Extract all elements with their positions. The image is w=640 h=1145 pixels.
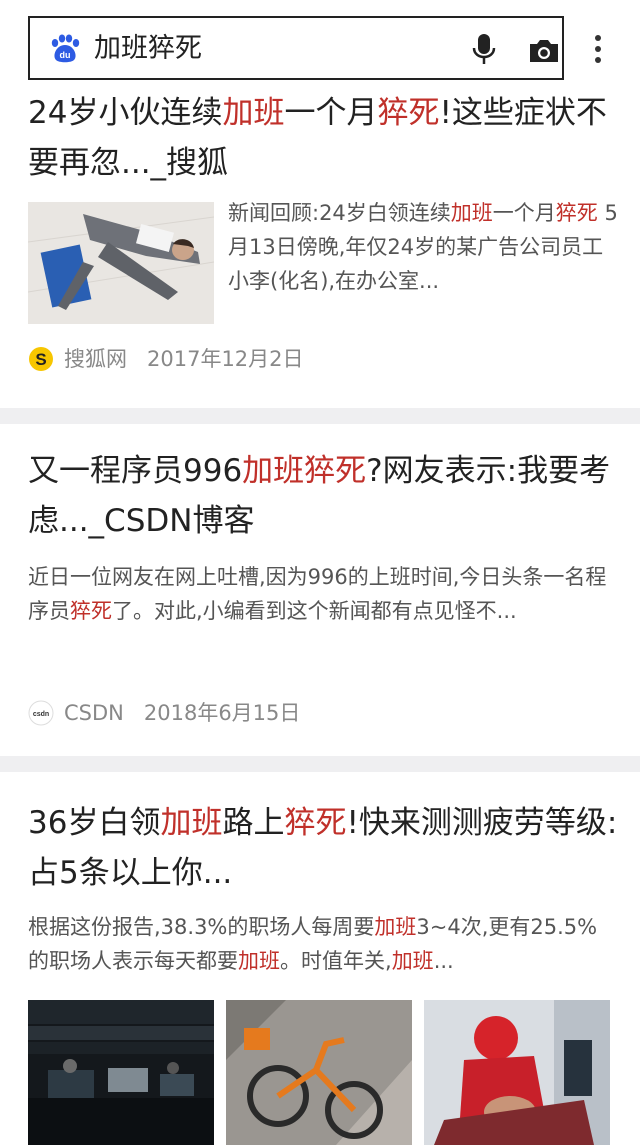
result-snippet: 新闻回顾:24岁白领连续加班一个月猝死 5月13日傍晚,年仅24岁的某广告公司员… bbox=[228, 201, 618, 293]
result-title[interactable]: 又一程序员996加班猝死?网友表示:我要考虑..._CSDN博客 bbox=[28, 446, 618, 546]
source-name: 搜狐网 bbox=[64, 347, 127, 371]
result-thumbnail[interactable] bbox=[226, 1000, 412, 1145]
baidu-paw-icon: du bbox=[51, 34, 80, 63]
source-date: 2017年12月2日 bbox=[147, 347, 304, 371]
svg-text:S: S bbox=[35, 350, 46, 369]
svg-text:du: du bbox=[60, 50, 71, 60]
result-thumbnail[interactable] bbox=[28, 1000, 214, 1145]
result-source: csdn CSDN 2018年6月15日 bbox=[28, 698, 300, 728]
source-name: CSDN bbox=[64, 701, 124, 725]
result-title[interactable]: 24岁小伙连续加班一个月猝死!这些症状不要再忽..._搜狐 bbox=[28, 88, 618, 188]
result-source: S 搜狐网 2017年12月2日 bbox=[28, 344, 304, 374]
csdn-icon: csdn bbox=[28, 700, 54, 726]
result-thumbnail[interactable] bbox=[424, 1000, 610, 1145]
top-bar: du 加班猝死 bbox=[0, 0, 640, 86]
search-box[interactable]: du 加班猝死 bbox=[28, 16, 564, 80]
search-input[interactable]: 加班猝死 bbox=[94, 32, 202, 66]
result-snippet: 近日一位网友在网上吐槽,因为996的上班时间,今日头条一名程序员猝死了。对此,小… bbox=[28, 565, 607, 623]
result-snippet: 根据这份报告,38.3%的职场人每周要加班3~4次,更有25.5%的职场人表示每… bbox=[28, 915, 598, 973]
search-result-card[interactable]: 36岁白领加班路上猝死!快来测测疲劳等级:占5条以上你... 根据这份报告,38… bbox=[0, 772, 640, 1145]
result-thumbnail[interactable] bbox=[28, 202, 214, 324]
search-result-card[interactable]: 又一程序员996加班猝死?网友表示:我要考虑..._CSDN博客 近日一位网友在… bbox=[0, 424, 640, 756]
search-result-card[interactable]: 24岁小伙连续加班一个月猝死!这些症状不要再忽..._搜狐 新闻回顾:24岁白领… bbox=[0, 86, 640, 408]
microphone-icon[interactable] bbox=[472, 33, 496, 67]
camera-icon[interactable] bbox=[528, 38, 560, 64]
sohu-icon: S bbox=[29, 347, 53, 371]
result-title[interactable]: 36岁白领加班路上猝死!快来测测疲劳等级:占5条以上你... bbox=[28, 798, 618, 898]
more-vertical-icon[interactable] bbox=[588, 34, 608, 66]
source-date: 2018年6月15日 bbox=[143, 701, 301, 725]
svg-text:csdn: csdn bbox=[33, 711, 49, 718]
